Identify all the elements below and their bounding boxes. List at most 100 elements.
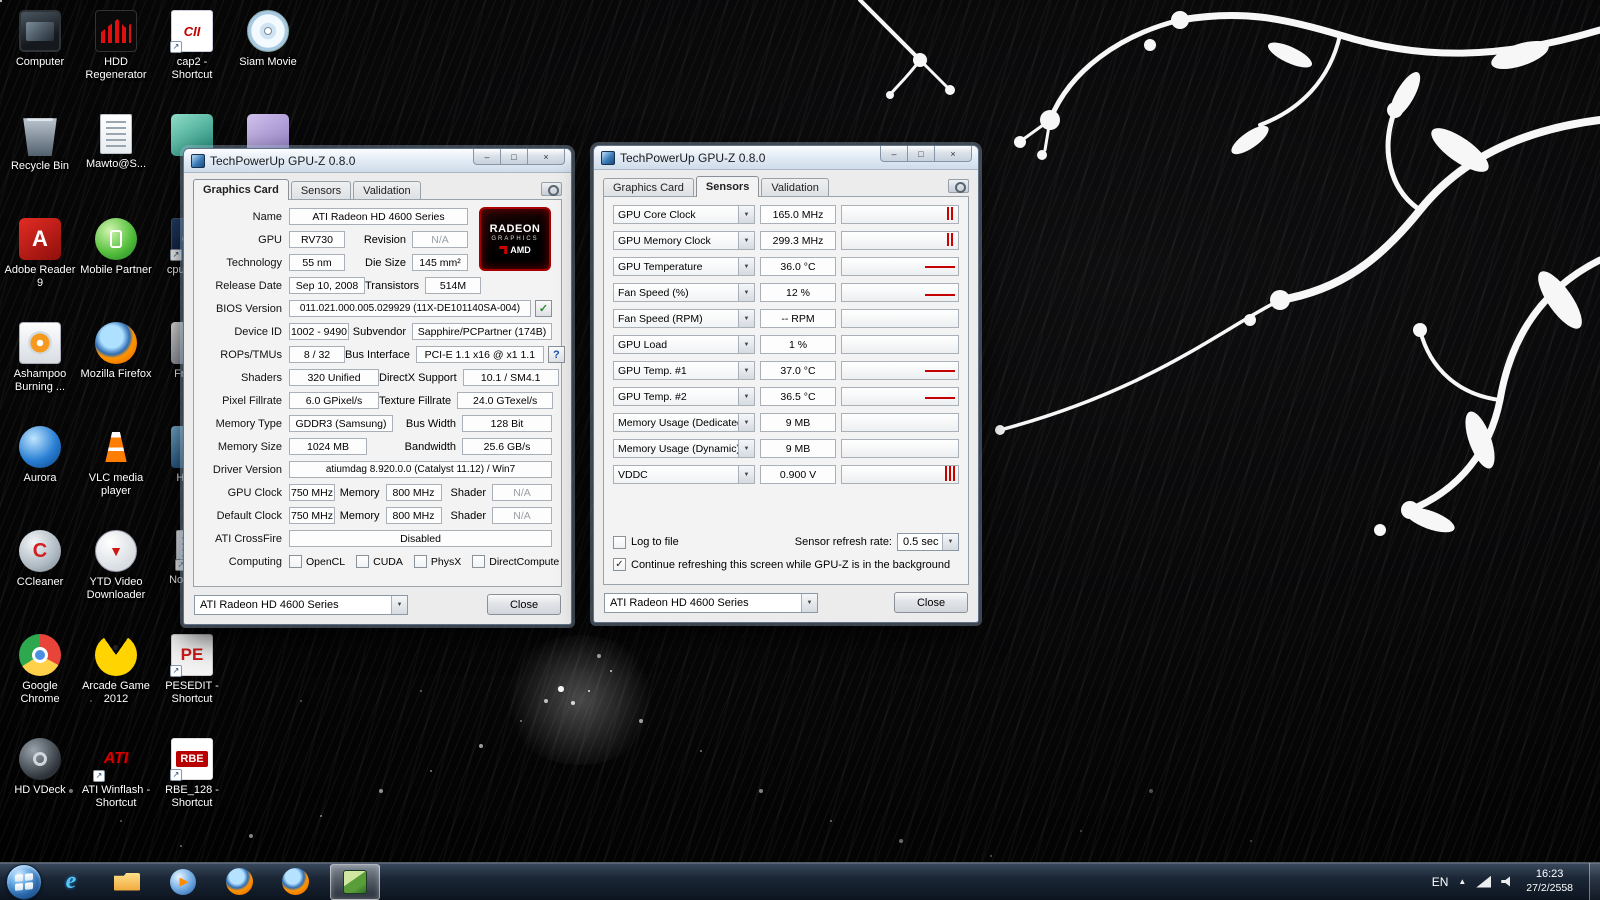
- desktop-icon[interactable]: ↗ Arcade Game 2012: [78, 628, 154, 732]
- desktop-icon[interactable]: PE ↗ PESEDIT - Shortcut: [154, 628, 230, 732]
- close-window-button[interactable]: ×: [934, 146, 972, 162]
- titlebar[interactable]: TechPowerUp GPU-Z 0.8.0 – □ ×: [594, 146, 978, 170]
- die-size-value: 145 mm²: [412, 254, 468, 271]
- taskbar-wmp-icon[interactable]: ▶: [162, 864, 204, 900]
- tab-sensors[interactable]: Sensors: [695, 176, 760, 197]
- sensor-name-dropdown[interactable]: GPU Core Clock ▼: [613, 205, 755, 224]
- sensor-name-dropdown[interactable]: Memory Usage (Dedicated) ▼: [613, 413, 755, 432]
- tab-graphics-card[interactable]: Graphics Card: [193, 179, 289, 200]
- tab-graphics-card[interactable]: Graphics Card: [603, 178, 694, 197]
- tab-validation[interactable]: Validation: [761, 178, 829, 197]
- sensor-name-dropdown[interactable]: Fan Speed (%) ▼: [613, 283, 755, 302]
- bus-interface-help-button[interactable]: ?: [547, 346, 565, 363]
- directcompute-checkbox[interactable]: [472, 555, 486, 568]
- log-to-file-checkbox[interactable]: [613, 535, 626, 549]
- desktop-icon[interactable]: ↗ HD VDeck: [2, 732, 78, 836]
- sensor-value: 299.3 MHz: [760, 231, 836, 250]
- sensor-row: GPU Temp. #2 ▼ 36.5 °C: [613, 387, 959, 406]
- desktop-icon[interactable]: ↗ VLC media player: [78, 420, 154, 524]
- physx-checkbox[interactable]: [413, 555, 427, 568]
- tab-sensors[interactable]: Sensors: [290, 181, 352, 200]
- technology-value: 55 nm: [289, 254, 345, 271]
- desktop-icon[interactable]: ↗ Computer: [2, 4, 78, 108]
- sensor-name-dropdown[interactable]: Memory Usage (Dynamic) ▼: [613, 439, 755, 458]
- language-indicator[interactable]: EN: [1432, 875, 1449, 889]
- desktop-icon[interactable]: ↗ Ashampoo Burning ...: [2, 316, 78, 420]
- desktop-icon[interactable]: ↗ Recycle Bin: [2, 108, 78, 212]
- taskbar-explorer-icon[interactable]: [106, 864, 148, 900]
- taskbar-firefox-icon[interactable]: [218, 864, 260, 900]
- sensor-value: 36.0 °C: [760, 257, 836, 276]
- desktop-icon-glyph: [101, 19, 131, 43]
- close-button[interactable]: Close: [894, 592, 968, 613]
- desktop-icon-label: cap2 - Shortcut: [171, 56, 213, 81]
- chevron-down-icon: ▼: [738, 310, 754, 327]
- chevron-down-icon: ▼: [738, 206, 754, 223]
- minimize-button[interactable]: –: [473, 149, 501, 165]
- sensor-graph: [841, 361, 959, 380]
- desktop-icon[interactable]: ↗ Aurora: [2, 420, 78, 524]
- desktop-icon[interactable]: ↗ Mawto@S...: [78, 108, 154, 212]
- sensor-value: 1 %: [760, 335, 836, 354]
- chevron-down-icon: ▼: [738, 466, 754, 483]
- taskbar-app-glyph: [225, 868, 253, 895]
- chevron-down-icon: ▼: [738, 232, 754, 249]
- desktop-icon-label: Mozilla Firefox: [80, 368, 152, 380]
- sensor-name-dropdown[interactable]: GPU Temp. #2 ▼: [613, 387, 755, 406]
- sensor-name-dropdown[interactable]: VDDC ▼: [613, 465, 755, 484]
- desktop-icon-image: RBE ↗: [170, 738, 213, 781]
- opencl-checkbox[interactable]: [289, 555, 302, 568]
- desktop-icon[interactable]: ↗ Siam Movie: [230, 4, 306, 108]
- spec-row: Release Date Sep 10, 2008 Transistors 51…: [203, 277, 481, 294]
- taskbar-ie-icon[interactable]: e: [50, 864, 92, 900]
- chevron-down-icon: ▼: [738, 336, 754, 353]
- desktop-icon[interactable]: ↗ HDD Regenerator: [78, 4, 154, 108]
- titlebar[interactable]: TechPowerUp GPU-Z 0.8.0 – □ ×: [184, 149, 571, 173]
- show-desktop-button[interactable]: [1589, 862, 1600, 900]
- desktop-icon-label: HDD Regenerator: [85, 56, 147, 81]
- restore-button[interactable]: □: [500, 149, 528, 165]
- desktop-icon[interactable]: ATI ↗ ATI Winflash - Shortcut: [78, 732, 154, 836]
- spec-row: Technology 55 nm Die Size 145 mm²: [203, 254, 468, 271]
- desktop-icon[interactable]: ↗ Mozilla Firefox: [78, 316, 154, 420]
- desktop-icon[interactable]: ↗ Google Chrome: [2, 628, 78, 732]
- taskbar-clock[interactable]: 16:23 27/2/2558: [1526, 868, 1573, 895]
- refresh-in-background-checkbox[interactable]: ✓: [613, 558, 626, 571]
- restore-button[interactable]: □: [907, 146, 935, 162]
- spec-row: Driver Version atiumdag 8.920.0.0 (Catal…: [203, 461, 552, 478]
- sensor-name-dropdown[interactable]: GPU Temperature ▼: [613, 257, 755, 276]
- volume-icon[interactable]: [1501, 876, 1510, 887]
- desktop-icon[interactable]: CII ↗ cap2 - Shortcut: [154, 4, 230, 108]
- sensor-name-dropdown[interactable]: GPU Temp. #1 ▼: [613, 361, 755, 380]
- desktop-icon[interactable]: ↗ Mobile Partner: [78, 212, 154, 316]
- minimize-button[interactable]: –: [880, 146, 908, 162]
- revision-value: N/A: [412, 231, 468, 248]
- graphics-card-select[interactable]: ATI Radeon HD 4600 Series ▼: [194, 594, 408, 615]
- taskbar-firefox-2-icon[interactable]: [274, 864, 316, 900]
- close-button[interactable]: Close: [487, 594, 561, 615]
- desktop-icon[interactable]: A ↗ Adobe Reader 9: [2, 212, 78, 316]
- desktop-icon-label: RBE_128 - Shortcut: [165, 784, 219, 809]
- desktop-icon[interactable]: RBE ↗ RBE_128 - Shortcut: [154, 732, 230, 836]
- sensors-panel: GPU Core Clock ▼ 165.0 MHz GPU Memory Cl: [603, 196, 969, 585]
- desktop-icon[interactable]: C ↗ CCleaner: [2, 524, 78, 628]
- screenshot-camera-icon[interactable]: [541, 182, 562, 196]
- bios-check-button[interactable]: ✓: [535, 300, 552, 317]
- sensor-name-dropdown[interactable]: GPU Load ▼: [613, 335, 755, 354]
- sensor-graph-mark: [925, 266, 955, 268]
- desktop-icon[interactable]: ▼ ↗ YTD Video Downloader: [78, 524, 154, 628]
- sensor-name-dropdown[interactable]: Fan Speed (RPM) ▼: [613, 309, 755, 328]
- cuda-checkbox[interactable]: [356, 555, 370, 568]
- windows-logo-icon: [15, 872, 33, 891]
- start-button[interactable]: [6, 863, 42, 900]
- refresh-rate-select[interactable]: 0.5 sec ▼: [897, 533, 959, 551]
- close-window-button[interactable]: ×: [527, 149, 565, 165]
- show-hidden-icons-chevron-icon[interactable]: ▲: [1458, 877, 1466, 886]
- taskbar-gpuz-icon[interactable]: [330, 863, 380, 900]
- desktop-icon-label: VLC media player: [88, 472, 144, 497]
- screenshot-camera-icon[interactable]: [948, 179, 969, 193]
- tab-validation[interactable]: Validation: [353, 181, 421, 200]
- network-icon[interactable]: [1476, 875, 1492, 888]
- graphics-card-select[interactable]: ATI Radeon HD 4600 Series ▼: [604, 592, 818, 613]
- sensor-name-dropdown[interactable]: GPU Memory Clock ▼: [613, 231, 755, 250]
